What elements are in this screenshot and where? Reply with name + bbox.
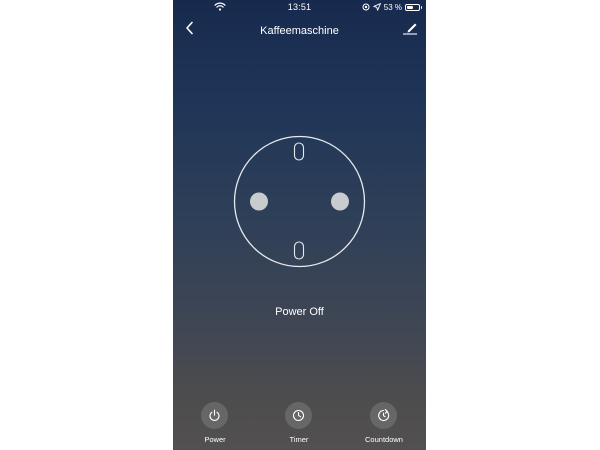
timer-button[interactable]: Timer [269, 402, 329, 448]
navigation-arrow-icon [373, 3, 381, 11]
page-title: Kaffeemaschine [260, 25, 339, 37]
power-socket-icon [233, 135, 366, 268]
power-button[interactable]: Power [185, 402, 245, 448]
page: 13:51 53 % Kaffeemaschine Power Off Powe… [0, 0, 600, 450]
socket-toggle[interactable] [233, 135, 366, 268]
edit-button[interactable] [400, 19, 420, 41]
power-button-label: Power [204, 435, 226, 444]
power-status-text: Power Off [275, 306, 324, 318]
countdown-icon [370, 402, 397, 429]
pencil-edit-icon [402, 21, 418, 40]
countdown-button[interactable]: Countdown [354, 402, 414, 448]
chevron-left-icon [185, 21, 194, 40]
status-bar: 13:51 53 % [173, 0, 426, 14]
status-right-group: 53 % [362, 1, 422, 13]
location-lock-icon [362, 3, 370, 11]
battery-level-fill [407, 5, 413, 9]
countdown-button-label: Countdown [365, 435, 403, 444]
clock-icon [285, 402, 312, 429]
action-bar: Power Timer Countdown [173, 400, 426, 450]
timer-button-label: Timer [289, 435, 309, 444]
navigation-bar: Kaffeemaschine [173, 16, 426, 46]
back-button[interactable] [179, 19, 199, 41]
power-icon [201, 402, 228, 429]
battery-icon [405, 3, 422, 11]
battery-percent: 53 % [383, 2, 402, 12]
phone-screen: 13:51 53 % Kaffeemaschine Power Off Powe… [173, 0, 426, 450]
